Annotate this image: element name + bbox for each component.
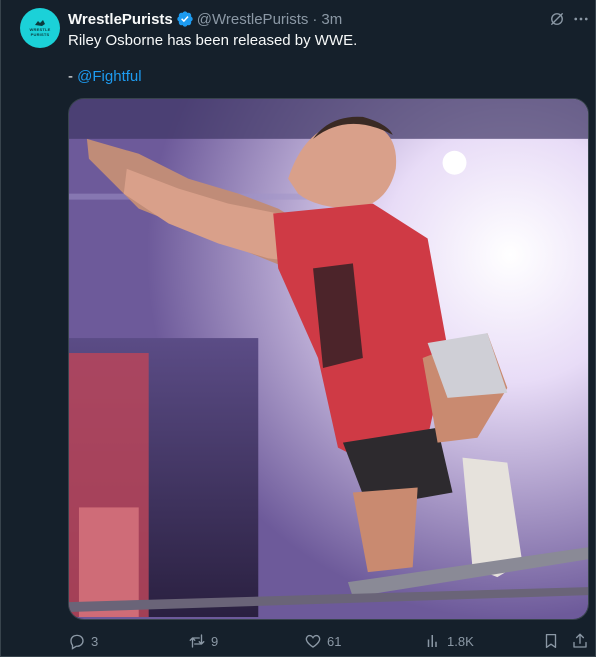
reply-button[interactable]: 3 bbox=[68, 630, 98, 652]
tweet-timestamp[interactable]: 3m bbox=[321, 11, 342, 28]
credit-prefix: - bbox=[68, 68, 78, 85]
reply-count: 3 bbox=[91, 633, 99, 649]
views-button[interactable]: 1.8K bbox=[424, 630, 474, 652]
repost-button[interactable]: 9 bbox=[188, 630, 218, 652]
view-count: 1.8K bbox=[447, 633, 474, 649]
avatar-logo-text: WRESTLE PURISTS bbox=[29, 27, 51, 37]
verified-badge-icon[interactable] bbox=[176, 10, 194, 28]
tweet-card[interactable]: WRESTLE PURISTS WrestlePurists @WrestleP… bbox=[0, 0, 596, 657]
tweet-photo[interactable] bbox=[68, 98, 589, 620]
heart-icon bbox=[305, 634, 321, 648]
repost-icon bbox=[189, 634, 205, 648]
author-handle[interactable]: @WrestlePurists bbox=[197, 11, 309, 28]
more-options-icon[interactable] bbox=[572, 10, 590, 28]
share-button[interactable] bbox=[571, 630, 594, 652]
tweet-text: Riley Osborne has been released by WWE. bbox=[68, 32, 358, 49]
avatar[interactable]: WRESTLE PURISTS bbox=[20, 8, 60, 48]
tweet-header: WrestlePurists @WrestlePurists · 3m bbox=[68, 9, 342, 29]
bookmark-button[interactable] bbox=[542, 630, 565, 652]
tweet-credit: - @Fightful bbox=[68, 67, 142, 87]
header-separator: · bbox=[312, 10, 318, 28]
reply-icon bbox=[70, 634, 84, 650]
tweet-actions: 3 9 61 1.8K bbox=[68, 630, 591, 652]
wolf-logo-icon bbox=[35, 20, 45, 26]
like-count: 61 bbox=[327, 633, 342, 649]
photo-wrestler-on-turnbuckle-icon bbox=[69, 99, 588, 619]
repost-count: 9 bbox=[211, 633, 219, 649]
bookmark-icon bbox=[545, 633, 557, 649]
grok-icon[interactable] bbox=[548, 10, 566, 28]
mention-link[interactable]: @Fightful bbox=[77, 68, 141, 85]
share-icon bbox=[573, 633, 587, 648]
analytics-icon bbox=[427, 635, 437, 647]
author-display-name[interactable]: WrestlePurists bbox=[68, 11, 173, 28]
like-button[interactable]: 61 bbox=[304, 630, 341, 652]
